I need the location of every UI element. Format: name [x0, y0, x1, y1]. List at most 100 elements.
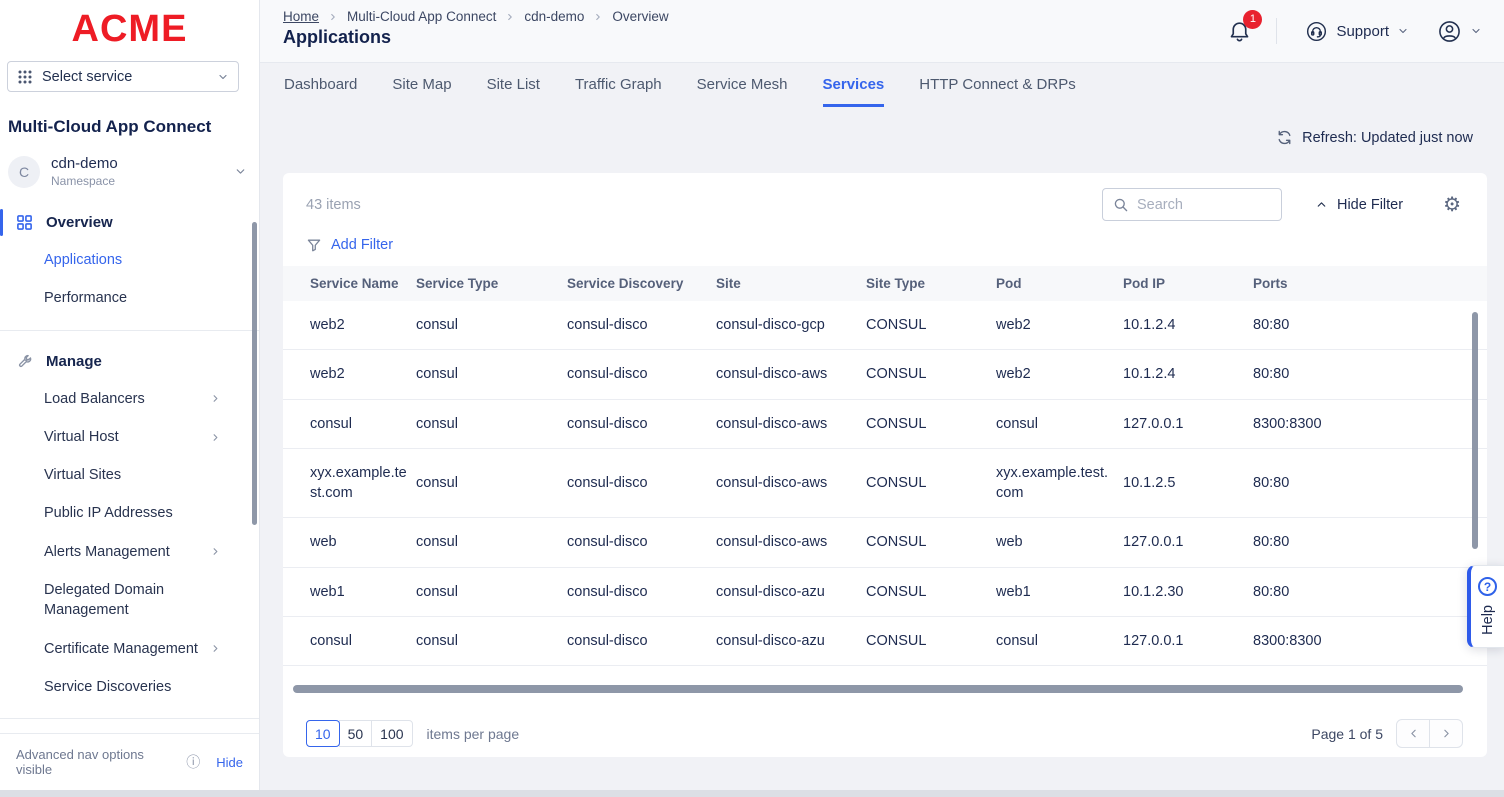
gear-icon[interactable]: ⚙ [1443, 195, 1461, 215]
chevron-down-icon [234, 165, 247, 178]
item-label: Alerts Management [44, 542, 170, 562]
acme-logo[interactable]: ACME [0, 8, 259, 51]
cell: consul-disco [567, 567, 716, 616]
sidebar-item-applications[interactable]: Applications [0, 241, 259, 279]
breadcrumb-overview: Overview [612, 9, 668, 24]
sidebar-item-virtual-host[interactable]: Virtual Host [0, 418, 259, 456]
chevron-right-icon [210, 393, 221, 404]
sidebar-item-service-discoveries[interactable]: Service Discoveries [0, 668, 259, 706]
add-filter-button[interactable]: Add Filter [283, 221, 1487, 266]
cell: web1 [283, 567, 416, 616]
table-horizontal-scrollbar[interactable] [293, 685, 1463, 693]
sidebar-item-load-balancers[interactable]: Load Balancers [0, 380, 259, 418]
page-title: Applications [283, 27, 669, 48]
col-service-name: Service Name [283, 266, 416, 301]
items-per-page-label: items per page [427, 726, 520, 742]
namespace-avatar: C [8, 156, 40, 188]
services-table-card: 43 items Hide Filter ⚙ [283, 173, 1487, 757]
cell: 127.0.0.1 [1123, 518, 1253, 567]
cell: consul [996, 399, 1123, 448]
cell: consul-disco [567, 301, 716, 350]
page-size-50[interactable]: 50 [339, 720, 373, 747]
namespace-selector[interactable]: C cdn-demo Namespace [8, 155, 247, 188]
cell: 80:80 [1253, 448, 1487, 518]
sidebar-item-certificate-management[interactable]: Certificate Management [0, 630, 259, 668]
table-vertical-scrollbar[interactable] [1472, 312, 1478, 549]
tab-dashboard[interactable]: Dashboard [284, 76, 357, 107]
account-menu[interactable] [1437, 19, 1482, 44]
sidebar-item-performance[interactable]: Performance [0, 279, 259, 317]
chevron-down-icon [217, 71, 229, 83]
col-ports: Ports [1253, 266, 1487, 301]
table-row[interactable]: consulconsulconsul-discoconsul-disco-azu… [283, 617, 1487, 666]
cell: consul-disco [567, 399, 716, 448]
sidebar-item-virtual-sites[interactable]: Virtual Sites [0, 456, 259, 494]
table-row[interactable]: xyx.example.test.comconsulconsul-discoco… [283, 448, 1487, 518]
table-row[interactable]: web2consulconsul-discoconsul-disco-gcpCO… [283, 301, 1487, 350]
cell: consul [416, 448, 567, 518]
tab-traffic-graph[interactable]: Traffic Graph [575, 76, 662, 107]
topbar: Home Multi-Cloud App Connect cdn-demo Ov… [260, 0, 1504, 63]
cell: consul-disco [567, 350, 716, 399]
cell: 10.1.2.30 [1123, 567, 1253, 616]
cell: consul-disco [567, 518, 716, 567]
cell: CONSUL [866, 350, 996, 399]
page-horizontal-scrollbar[interactable] [0, 790, 1504, 797]
support-menu[interactable]: Support [1305, 20, 1409, 43]
table-header: Service Name Service Type Service Discov… [283, 266, 1487, 301]
next-page-button[interactable] [1429, 719, 1463, 748]
table-row[interactable]: web2consulconsul-discoconsul-disco-awsCO… [283, 350, 1487, 399]
search-input[interactable] [1137, 197, 1271, 213]
help-tab[interactable]: ? Help [1467, 565, 1504, 648]
cell: 8300:8300 [1253, 617, 1487, 666]
hide-filter-button[interactable]: Hide Filter [1315, 197, 1403, 213]
sidebar-scrollbar[interactable] [252, 222, 257, 525]
help-label: Help [1480, 605, 1496, 635]
breadcrumb-home[interactable]: Home [283, 9, 319, 24]
info-icon[interactable]: ⓘ [186, 752, 200, 772]
advanced-nav-label: Advanced nav options visible [16, 747, 179, 777]
select-service-dropdown[interactable]: Select service [7, 61, 239, 92]
chevron-left-icon [1407, 727, 1420, 740]
table-row[interactable]: web1consulconsul-discoconsul-disco-azuCO… [283, 567, 1487, 616]
table-row[interactable]: consulconsulconsul-discoconsul-disco-aws… [283, 399, 1487, 448]
cell: consul-disco-aws [716, 350, 866, 399]
hide-advanced-nav-link[interactable]: Hide [216, 755, 243, 770]
sidebar-item-public-ip-addresses[interactable]: Public IP Addresses [0, 494, 259, 532]
notifications-button[interactable]: 1 [1227, 19, 1252, 44]
cell: CONSUL [866, 448, 996, 518]
cell: 10.1.2.4 [1123, 350, 1253, 399]
cell: consul-disco-aws [716, 399, 866, 448]
cell: 80:80 [1253, 350, 1487, 399]
tab-http-connect-drps[interactable]: HTTP Connect & DRPs [919, 76, 1075, 107]
cell: 80:80 [1253, 301, 1487, 350]
cell: web2 [996, 301, 1123, 350]
page-size-group: 10 50 100 [306, 720, 413, 747]
sidebar-item-delegated-domain-management[interactable]: Delegated Domain Management [0, 571, 259, 630]
search-box [1102, 188, 1282, 221]
item-label: Applications [44, 250, 122, 270]
refresh-button[interactable]: Refresh: Updated just now [260, 129, 1473, 146]
chevron-right-icon [210, 643, 221, 654]
breadcrumb-multi-cloud-app-connect[interactable]: Multi-Cloud App Connect [347, 9, 496, 24]
sidebar-section-manage[interactable]: Manage [0, 343, 259, 380]
table-row[interactable]: webconsulconsul-discoconsul-disco-awsCON… [283, 518, 1487, 567]
chevron-right-icon [505, 12, 515, 22]
sidebar-section-overview[interactable]: Overview [0, 204, 259, 241]
sidebar-item-alerts-management[interactable]: Alerts Management [0, 533, 259, 571]
previous-page-button[interactable] [1396, 719, 1430, 748]
tab-services[interactable]: Services [823, 76, 885, 107]
page-size-10[interactable]: 10 [306, 720, 340, 747]
page-size-100[interactable]: 100 [371, 720, 412, 747]
page-nav-group [1396, 719, 1463, 748]
tab-service-mesh[interactable]: Service Mesh [697, 76, 788, 107]
chevron-up-icon [1315, 198, 1328, 211]
items-count: 43 items [306, 197, 361, 213]
tab-site-map[interactable]: Site Map [392, 76, 451, 107]
breadcrumb-cdn-demo[interactable]: cdn-demo [524, 9, 584, 24]
cell: 80:80 [1253, 518, 1487, 567]
namespace-name: cdn-demo [51, 155, 118, 172]
chevron-right-icon [210, 432, 221, 443]
tab-site-list[interactable]: Site List [487, 76, 540, 107]
app-root: ACME Select service Multi-Cloud App Conn… [0, 0, 1504, 797]
